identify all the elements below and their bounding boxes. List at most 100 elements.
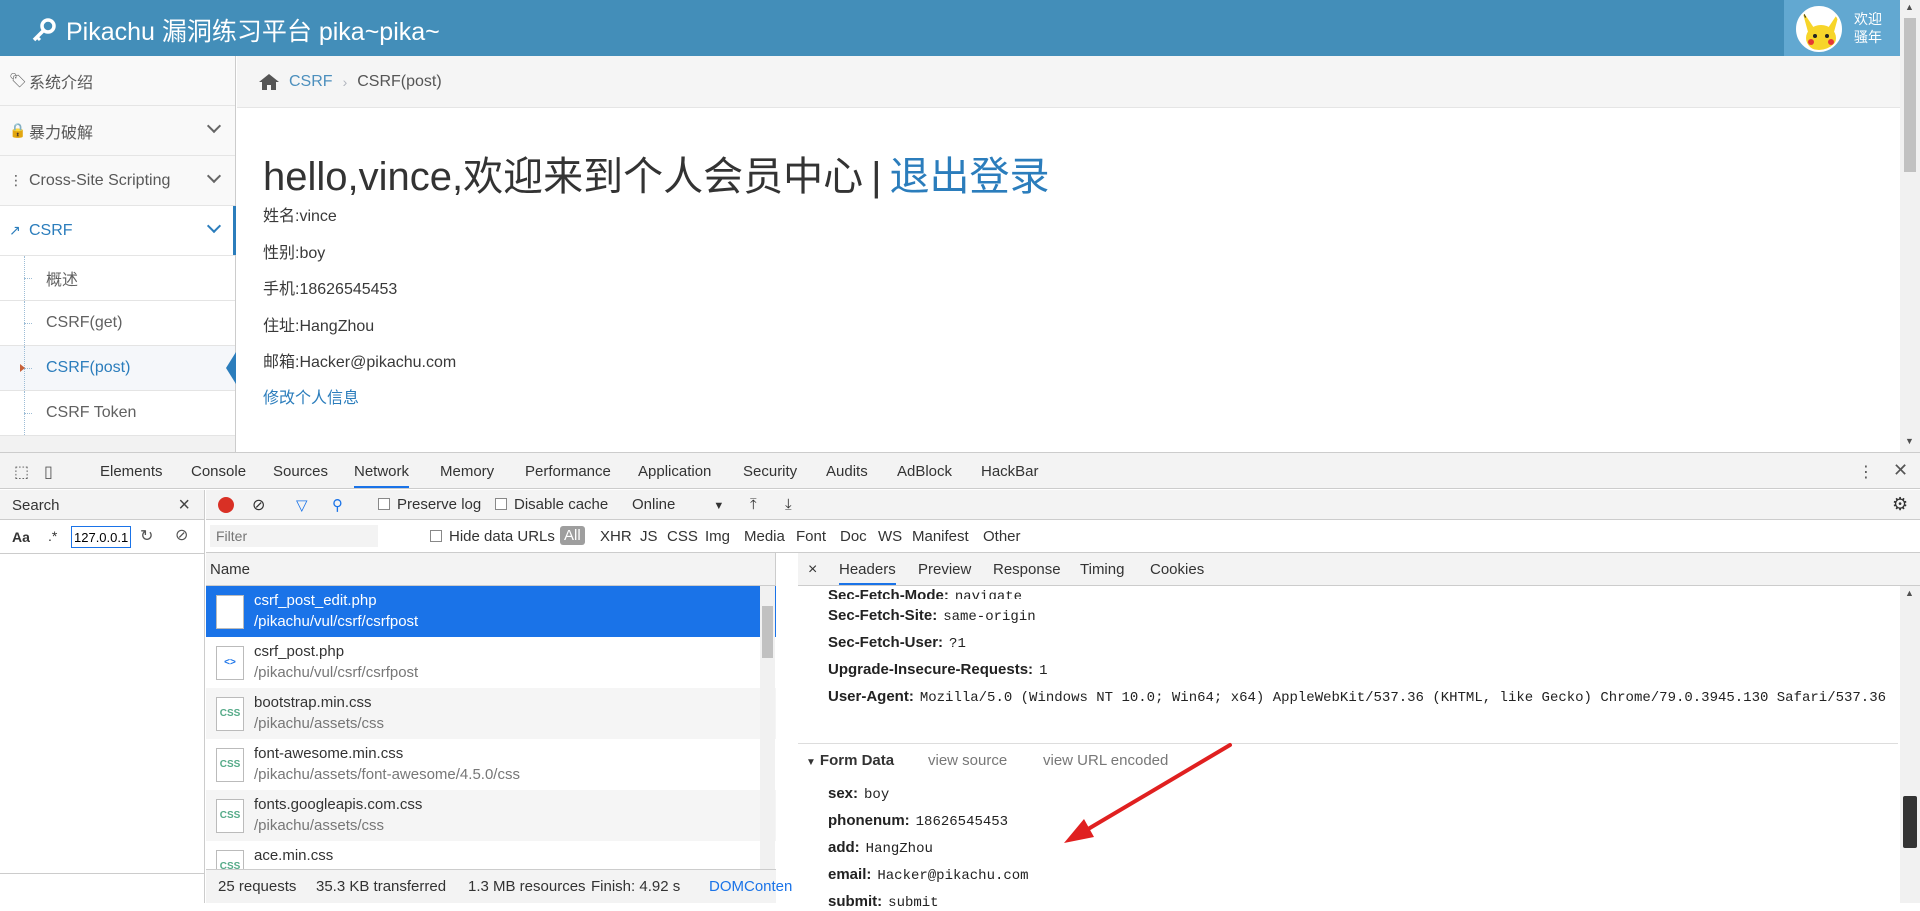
request-row[interactable]: CSS bootstrap.min.css /pikachu/assets/cs… xyxy=(206,688,776,739)
tab-headers[interactable]: Headers xyxy=(839,561,896,585)
settings-gear-icon[interactable]: ⚙ xyxy=(1892,494,1908,515)
tab-performance[interactable]: Performance xyxy=(525,463,611,480)
filter-icon[interactable]: ▽ xyxy=(296,496,308,514)
brand[interactable]: Pikachu 漏洞练习平台 pika~pika~ xyxy=(30,12,440,48)
request-row[interactable]: CSS font-awesome.min.css /pikachu/assets… xyxy=(206,739,776,790)
regex-button[interactable]: .* xyxy=(48,528,57,544)
sidebar-item-intro[interactable]: 🏷 系统介绍 xyxy=(0,56,235,106)
inspect-icon[interactable]: ⬚ xyxy=(14,462,29,482)
tab-adblock[interactable]: AdBlock xyxy=(897,463,952,480)
header-key: Sec-Fetch-Site: xyxy=(828,607,938,624)
sidebar-item-bruteforce[interactable]: 🔒 暴力破解 xyxy=(0,106,235,156)
filter-doc[interactable]: Doc xyxy=(840,528,867,545)
tab-elements[interactable]: Elements xyxy=(100,463,163,480)
more-icon[interactable]: ⋮ xyxy=(1858,462,1874,482)
username-line: 骚年 xyxy=(1854,29,1882,45)
request-name: csrf_post_edit.php xyxy=(254,592,377,609)
header-value: ?1 xyxy=(949,636,966,652)
filter-js[interactable]: JS xyxy=(640,528,658,545)
disable-cache-label: Disable cache xyxy=(514,496,609,513)
request-name: csrf_post.php xyxy=(254,643,345,660)
search-input[interactable] xyxy=(71,526,131,548)
sidebar-subitem-csrf-token[interactable]: CSRF Token xyxy=(0,391,235,436)
form-data-header[interactable]: ▼ Form Data view source view URL encoded xyxy=(798,743,1898,775)
home-icon[interactable] xyxy=(259,73,279,91)
filter-other[interactable]: Other xyxy=(983,528,1021,545)
disable-cache-checkbox[interactable]: Disable cache xyxy=(495,496,608,513)
subitem-label: CSRF(get) xyxy=(46,314,123,331)
code-file-icon: <> xyxy=(216,646,244,680)
match-case-button[interactable]: Aa xyxy=(12,529,30,545)
view-source-link[interactable]: view source xyxy=(928,752,1007,769)
filter-img[interactable]: Img xyxy=(705,528,730,545)
refresh-icon[interactable]: ↻ xyxy=(140,526,153,546)
lock-icon: 🔒 xyxy=(9,122,27,138)
tab-memory[interactable]: Memory xyxy=(440,463,494,480)
logout-link[interactable]: 退出登录 xyxy=(890,155,1050,199)
close-detail-icon[interactable]: × xyxy=(808,561,817,579)
caret-right-icon xyxy=(20,364,25,372)
request-row[interactable]: <> csrf_post.php /pikachu/vul/csrf/csrfp… xyxy=(206,637,776,688)
css-file-icon: CSS xyxy=(216,850,244,869)
request-row[interactable]: CSS fonts.googleapis.com.css /pikachu/as… xyxy=(206,790,776,841)
tab-response[interactable]: Response xyxy=(993,561,1061,578)
close-icon[interactable]: ✕ xyxy=(1893,460,1908,481)
breadcrumb-csrf-link[interactable]: CSRF xyxy=(289,73,333,91)
tags-icon: 🏷 xyxy=(9,72,27,88)
user-menu[interactable]: 欢迎 骚年 xyxy=(1784,0,1900,56)
filter-font[interactable]: Font xyxy=(796,528,826,545)
tab-hackbar[interactable]: HackBar xyxy=(981,463,1039,480)
tab-timing[interactable]: Timing xyxy=(1080,561,1124,578)
preserve-log-checkbox[interactable]: Preserve log xyxy=(378,496,481,513)
tab-application[interactable]: Application xyxy=(638,463,711,480)
tab-network[interactable]: Network xyxy=(354,463,410,488)
request-list-scrollbar[interactable] xyxy=(760,586,775,869)
tab-sources[interactable]: Sources xyxy=(273,463,328,480)
filter-css[interactable]: CSS xyxy=(667,528,698,545)
scroll-down-icon[interactable]: ▼ xyxy=(1905,436,1914,446)
device-toolbar-icon[interactable]: ▯ xyxy=(44,462,53,482)
page-scrollbar[interactable]: ▲ ▼ xyxy=(1900,0,1920,452)
export-har-icon[interactable]: ⤓ xyxy=(785,496,792,513)
detail-scrollbar[interactable]: ▲ xyxy=(1900,586,1920,903)
hide-data-urls-checkbox[interactable]: Hide data URLs xyxy=(430,528,555,545)
scroll-up-icon[interactable]: ▲ xyxy=(1905,588,1914,598)
edit-profile-link[interactable]: 修改个人信息 xyxy=(263,384,359,408)
filter-manifest[interactable]: Manifest xyxy=(912,528,969,545)
filter-media[interactable]: Media xyxy=(744,528,785,545)
breadcrumb: CSRF › CSRF(post) xyxy=(237,56,1900,108)
form-value: 18626545453 xyxy=(915,814,1009,830)
name-column-header[interactable]: Name xyxy=(206,553,775,586)
sidebar-subitem-csrf-get[interactable]: CSRF(get) xyxy=(0,301,235,346)
request-path: /pikachu/vul/csrf/csrfpost xyxy=(254,664,419,681)
close-search-icon[interactable]: × xyxy=(178,494,190,517)
search-icon[interactable]: ⚲ xyxy=(332,496,343,514)
scroll-thumb[interactable] xyxy=(762,606,773,658)
sidebar-subitem-overview[interactable]: 概述 xyxy=(0,256,235,301)
throttle-select[interactable]: Online ▼ xyxy=(632,496,724,513)
sidebar-item-csrf[interactable]: ↗ CSRF xyxy=(0,206,236,256)
scroll-thumb[interactable] xyxy=(1903,796,1917,848)
filter-all[interactable]: All xyxy=(560,526,585,545)
sidebar-item-xss[interactable]: ⋮ Cross-Site Scripting xyxy=(0,156,235,206)
tab-cookies[interactable]: Cookies xyxy=(1150,561,1204,578)
page-scroll-thumb[interactable] xyxy=(1904,18,1916,172)
request-row[interactable]: CSS ace.min.css xyxy=(206,841,776,869)
tab-security[interactable]: Security xyxy=(743,463,797,480)
tab-audits[interactable]: Audits xyxy=(826,463,868,480)
clear-icon[interactable]: ⊘ xyxy=(175,525,188,545)
clear-log-icon[interactable]: ⊘ xyxy=(252,495,265,515)
record-icon[interactable] xyxy=(218,497,234,513)
request-path: /pikachu/vul/csrf/csrfpost xyxy=(254,613,419,630)
header-row: Sec-Fetch-Mode: navigate xyxy=(828,587,1022,599)
request-row[interactable]: csrf_post_edit.php /pikachu/vul/csrf/csr… xyxy=(206,586,776,637)
tab-console[interactable]: Console xyxy=(191,463,246,480)
tab-preview[interactable]: Preview xyxy=(918,561,971,578)
filter-xhr[interactable]: XHR xyxy=(600,528,632,545)
sidebar-subitem-csrf-post[interactable]: CSRF(post) xyxy=(0,346,236,391)
import-har-icon[interactable]: ⤒ xyxy=(750,496,757,513)
scroll-up-icon[interactable]: ▲ xyxy=(1905,2,1914,12)
filter-input[interactable] xyxy=(210,525,378,547)
main-content: hello,vince,欢迎来到个人会员中心 | 退出登录 姓名:vince 性别:… xyxy=(237,108,1900,452)
filter-ws[interactable]: WS xyxy=(878,528,902,545)
